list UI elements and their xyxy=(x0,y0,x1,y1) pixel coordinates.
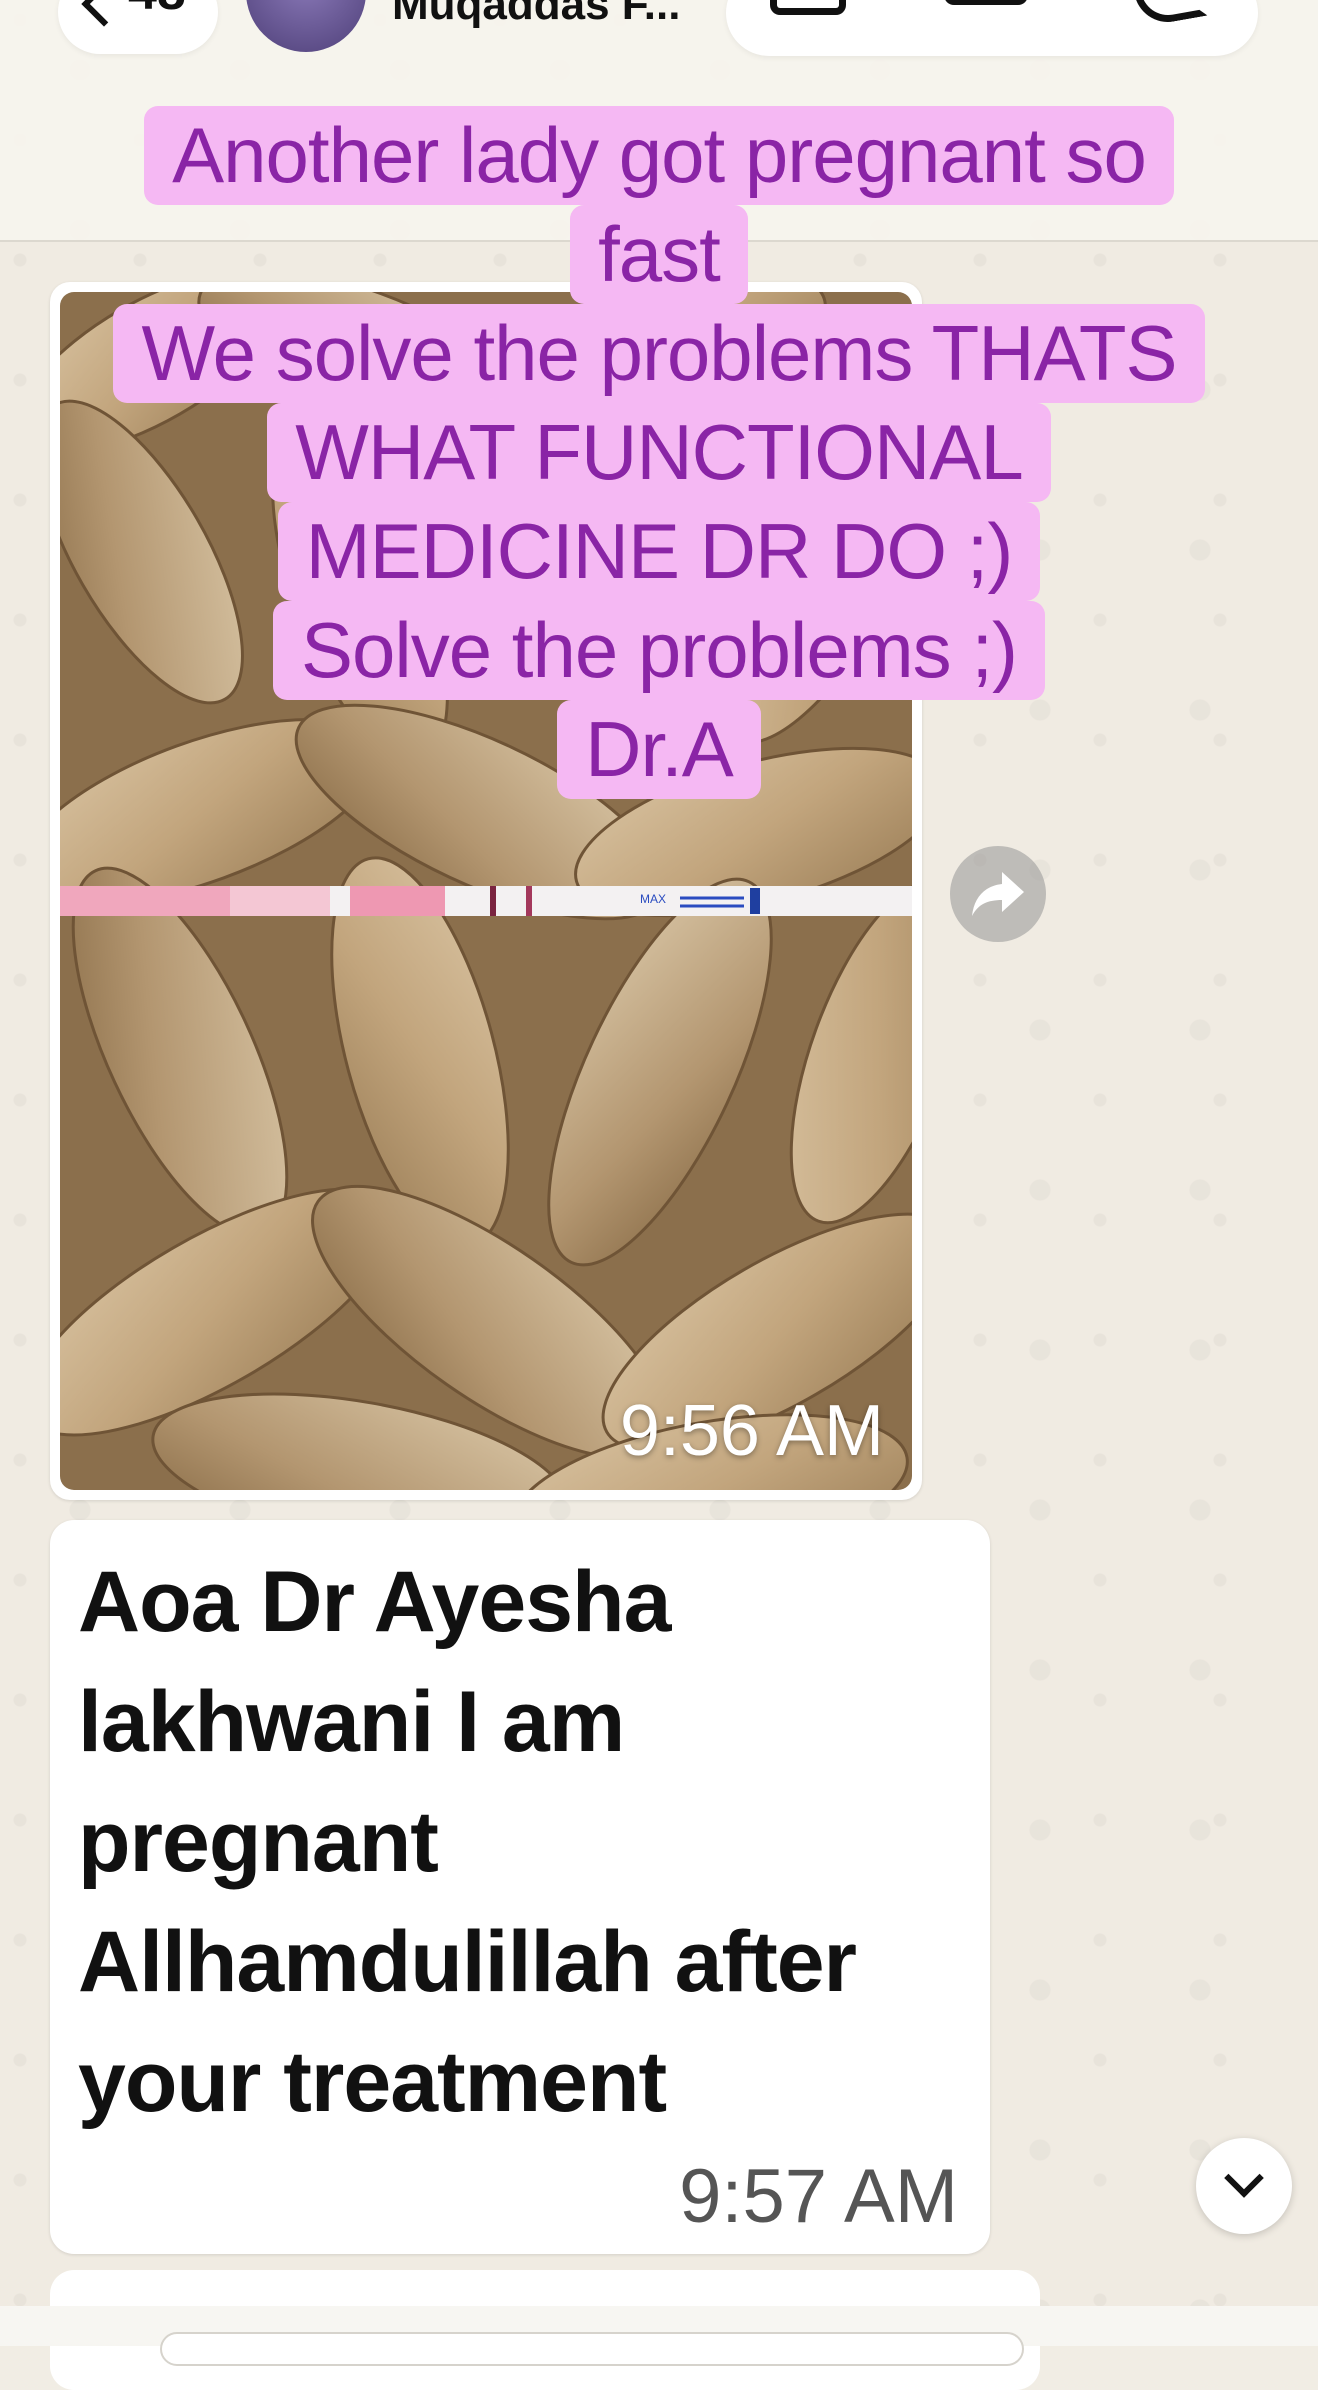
caption-line: Another lady got pregnant so xyxy=(144,106,1174,205)
chevron-down-icon xyxy=(1224,2158,1264,2198)
forward-button[interactable] xyxy=(950,846,1046,942)
video-call-icon[interactable] xyxy=(944,0,1028,5)
message-input[interactable] xyxy=(160,2332,1024,2366)
caption-line: fast xyxy=(570,205,748,304)
message-text: Aoa Dr Ayesha lakhwani I am pregnant All… xyxy=(78,1554,857,2130)
contact-name[interactable]: Muqaddas F... xyxy=(392,0,680,30)
back-button[interactable]: 48 xyxy=(58,0,218,54)
call-actions xyxy=(726,0,1258,56)
contact-card-icon[interactable] xyxy=(770,0,846,15)
caption-line: Solve the problems ;) xyxy=(272,601,1045,700)
chevron-left-icon xyxy=(81,0,127,27)
composer-bar xyxy=(0,2306,1318,2366)
test-strip-label: MAX xyxy=(640,892,666,906)
message-timestamp: 9:57 AM xyxy=(679,2154,958,2239)
caption-line: Dr.A xyxy=(557,700,761,799)
avatar[interactable] xyxy=(246,0,366,52)
caption-line: MEDICINE DR DO ;) xyxy=(277,502,1041,601)
caption-line: WHAT FUNCTIONAL xyxy=(267,403,1051,502)
caption-line: We solve the problems THATS xyxy=(113,304,1205,403)
forward-arrow-icon xyxy=(972,872,1024,916)
story-caption: Another lady got pregnant so fast We sol… xyxy=(0,106,1318,799)
scroll-to-bottom-button[interactable] xyxy=(1196,2138,1292,2234)
unread-count: 48 xyxy=(128,0,186,22)
text-message[interactable]: Aoa Dr Ayesha lakhwani I am pregnant All… xyxy=(50,1520,990,2254)
message-timestamp: 9:56 AM xyxy=(619,1391,884,1471)
phone-call-icon[interactable] xyxy=(1128,0,1208,28)
